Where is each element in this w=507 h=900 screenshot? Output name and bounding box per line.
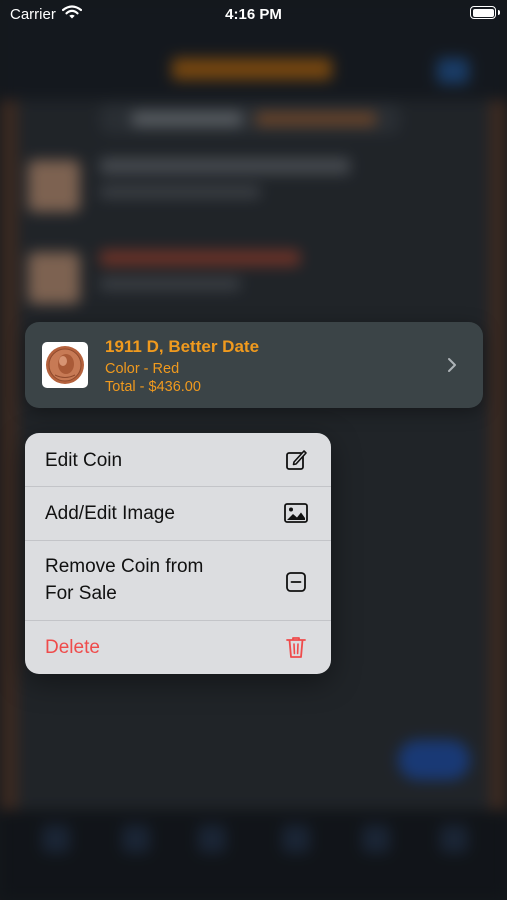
edit-square-pencil-icon (284, 448, 308, 477)
context-menu: Edit Coin Add/Edit Image Remove Coin fro… (25, 433, 331, 674)
clock-label: 4:16 PM (225, 6, 282, 23)
trash-icon (284, 635, 308, 664)
battery-icon (470, 6, 500, 19)
coin-title: 1911 D, Better Date (105, 337, 260, 356)
remove-from-for-sale-menu-item[interactable]: Remove Coin from For Sale (25, 541, 331, 621)
coin-list-item[interactable]: 1911 D, Better Date Color - Red Total - … (25, 322, 483, 408)
menu-item-label: Add/Edit Image (45, 503, 175, 524)
edit-coin-menu-item[interactable]: Edit Coin (25, 433, 331, 487)
minus-square-icon (284, 570, 308, 599)
menu-item-label: Edit Coin (45, 450, 123, 471)
delete-menu-item[interactable]: Delete (25, 621, 331, 674)
menu-item-label: For Sale (45, 583, 117, 604)
menu-item-label: Delete (45, 637, 100, 658)
photo-icon (284, 502, 308, 529)
coin-total-text: Total - $436.00 (105, 379, 201, 395)
status-bar: Carrier 4:16 PM (0, 0, 507, 28)
penny-coin-icon (42, 342, 88, 388)
menu-item-label: Remove Coin from (45, 556, 204, 577)
add-edit-image-menu-item[interactable]: Add/Edit Image (25, 487, 331, 541)
chevron-right-icon (447, 357, 457, 378)
coin-color-text: Color - Red (105, 361, 180, 377)
